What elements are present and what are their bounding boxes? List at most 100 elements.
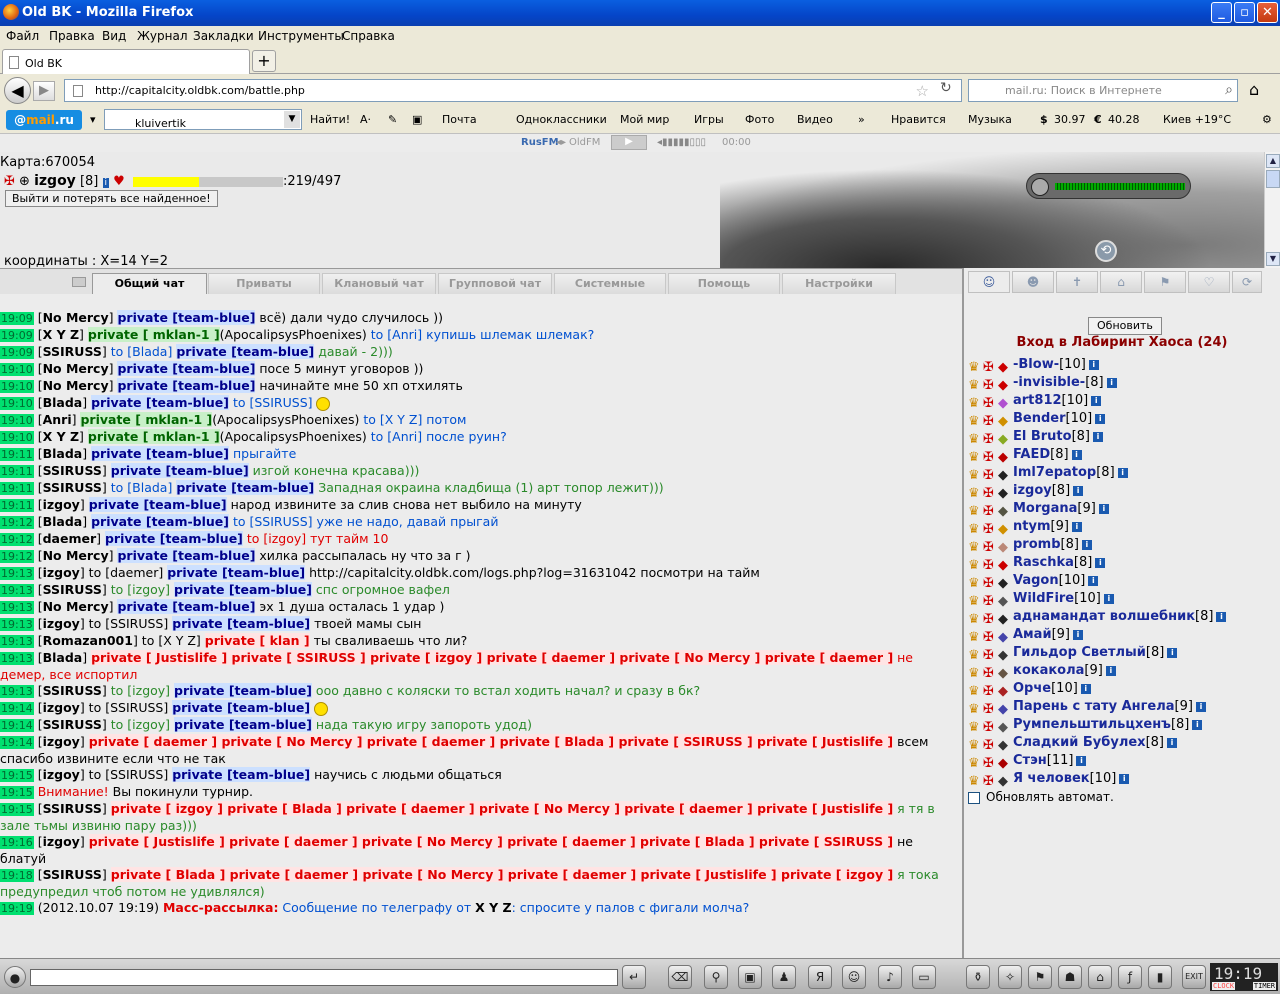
user-name[interactable]: Morgana <box>1013 501 1077 516</box>
message-time[interactable]: 19:16 <box>0 836 34 849</box>
info-icon[interactable]: i <box>1106 377 1117 388</box>
nick-link[interactable]: Anri <box>43 412 72 427</box>
message-time[interactable]: 19:11 <box>0 448 34 461</box>
info-icon[interactable]: i <box>1073 629 1083 640</box>
nick-link[interactable]: izgoy <box>43 700 80 715</box>
private-link[interactable]: private [team-blue] <box>167 565 306 580</box>
weather-link[interactable]: Киев +19°C <box>1163 113 1231 126</box>
private-link[interactable]: private [team-blue] <box>117 599 256 614</box>
auto-update-checkbox[interactable] <box>968 791 980 804</box>
user-name[interactable]: Амай <box>1013 627 1052 642</box>
private-icon[interactable]: ♛ <box>968 449 982 465</box>
turn-around-icon[interactable]: ⟲ <box>1095 240 1117 262</box>
private-link[interactable]: private [team-blue] <box>110 463 249 478</box>
private-link[interactable]: private [team-blue] <box>91 395 229 410</box>
message-time[interactable]: 19:14 <box>0 736 34 749</box>
private-icon[interactable]: ♛ <box>968 647 982 663</box>
user-name[interactable]: FAED <box>1013 447 1050 462</box>
cross-tab-icon[interactable]: ✝ <box>1056 271 1098 293</box>
tab-private[interactable]: Приваты <box>208 273 320 294</box>
message-time[interactable]: 19:11 <box>0 499 34 512</box>
odnoklassniki-link[interactable]: Одноклассники <box>516 113 607 126</box>
private-link[interactable]: private [ Justislife ] private [ daemer … <box>88 834 894 849</box>
back-button[interactable]: ◀ <box>4 77 31 104</box>
message-time[interactable]: 19:18 <box>0 869 34 882</box>
refresh-tab-icon[interactable]: ⟳ <box>1232 271 1262 293</box>
message-time[interactable]: 19:10 <box>0 431 34 444</box>
info-icon[interactable]: i <box>1091 395 1102 406</box>
private-link[interactable]: private [team-blue] <box>176 480 315 495</box>
message-time[interactable]: 19:14 <box>0 702 34 715</box>
book-icon[interactable]: ▮ <box>1148 965 1172 989</box>
private-link[interactable]: private [team-blue] <box>174 717 312 732</box>
forward-button[interactable]: ▶ <box>33 81 55 101</box>
private-link[interactable]: private [ daemer ] private [ No Mercy ] … <box>88 734 894 749</box>
bookmark-star-icon[interactable]: ☆ <box>916 82 929 100</box>
message-time[interactable]: 19:13 <box>0 584 34 597</box>
private-icon[interactable]: ♛ <box>968 395 982 411</box>
user-name[interactable]: art812 <box>1013 393 1062 408</box>
user-name[interactable]: El Bruto <box>1013 429 1072 444</box>
message-time[interactable]: 19:11 <box>0 465 34 478</box>
message-time[interactable]: 19:15 <box>0 769 34 782</box>
music-link[interactable]: Музыка <box>968 113 1012 126</box>
private-icon[interactable]: ♛ <box>968 467 982 483</box>
nick-link[interactable]: SSIRUSS <box>43 717 102 732</box>
message-time[interactable]: 19:10 <box>0 397 34 410</box>
exit-icon[interactable]: EXIT <box>1182 965 1206 989</box>
save-icon[interactable]: ▣ <box>738 965 762 989</box>
radio-switch-icon[interactable]: ◂▸ <box>556 137 566 148</box>
user-name[interactable]: Я человек <box>1013 771 1090 786</box>
browser-tab[interactable]: Old BK <box>2 49 250 75</box>
nick-link[interactable]: X Y Z <box>43 429 79 444</box>
tab-general-chat[interactable]: Общий чат <box>92 273 207 294</box>
info-icon[interactable]: i <box>1073 485 1084 496</box>
private-icon[interactable]: ♛ <box>968 557 982 573</box>
message-time[interactable]: 19:10 <box>0 414 34 427</box>
private-link[interactable]: private [ Blada ] private [ daemer ] pri… <box>110 867 894 882</box>
info-icon[interactable]: i <box>1076 755 1087 766</box>
nick-link[interactable]: Blada <box>43 650 83 665</box>
user-name[interactable]: Iml7epatop <box>1013 465 1096 480</box>
menu-edit[interactable]: Правка <box>49 29 95 43</box>
tab-help[interactable]: Помощь <box>668 273 780 294</box>
info-icon[interactable]: i <box>1081 539 1092 550</box>
info-icon[interactable]: i <box>102 178 110 188</box>
private-link[interactable]: private [team-blue] <box>172 616 311 631</box>
compass-knob-icon[interactable] <box>1031 178 1049 196</box>
private-icon[interactable]: ♛ <box>968 377 982 393</box>
private-link[interactable]: private [ mklan-1 ] <box>80 412 213 427</box>
inventory-icon[interactable]: ⚱ <box>966 965 990 989</box>
sound-icon[interactable]: ♪ <box>878 965 902 989</box>
private-icon[interactable]: ♛ <box>968 665 982 681</box>
eur-rate[interactable]: 40.28 <box>1108 113 1140 126</box>
auto-update-toggle[interactable]: Обновлять автомат. <box>968 790 1114 804</box>
info-icon[interactable]: i <box>1117 467 1128 478</box>
private-link[interactable]: private [ mklan-1 ] <box>87 327 220 342</box>
reload-icon[interactable]: ↻ <box>940 80 952 96</box>
nick-link[interactable]: SSIRUSS <box>43 801 102 816</box>
nick-link[interactable]: izgoy <box>43 565 80 580</box>
find-button[interactable]: Найти! <box>310 113 350 126</box>
mailru-logo[interactable]: @mail.ru <box>6 110 82 130</box>
nick-link[interactable]: izgoy <box>43 834 80 849</box>
private-icon[interactable]: ♛ <box>968 683 982 699</box>
minimize-button[interactable]: _ <box>1211 2 1232 23</box>
heart-tab-icon[interactable]: ♡ <box>1188 271 1230 293</box>
friends-tab-icon[interactable]: ☻ <box>1012 271 1054 293</box>
photo-link[interactable]: Фото <box>745 113 774 126</box>
login-field[interactable]: kluivertik ▼ <box>104 109 302 130</box>
user-name[interactable]: Сладкий Бубулех <box>1013 735 1146 750</box>
clan-icon[interactable]: ☗ <box>1058 965 1082 989</box>
tab-group-chat[interactable]: Групповой чат <box>438 273 552 294</box>
private-link[interactable]: private [team-blue] <box>117 310 256 325</box>
nick-link[interactable]: SSIRUSS <box>43 867 102 882</box>
private-link[interactable]: private [team-blue] <box>176 344 315 359</box>
person-icon[interactable]: ♟ <box>772 965 796 989</box>
info-icon[interactable]: i <box>1167 647 1178 658</box>
private-icon[interactable]: ♛ <box>968 719 982 735</box>
user-name[interactable]: -Blow- <box>1013 357 1059 372</box>
nick-link[interactable]: No Mercy <box>43 378 109 393</box>
usd-rate[interactable]: 30.97 <box>1054 113 1086 126</box>
message-time[interactable]: 19:09 <box>0 346 34 359</box>
